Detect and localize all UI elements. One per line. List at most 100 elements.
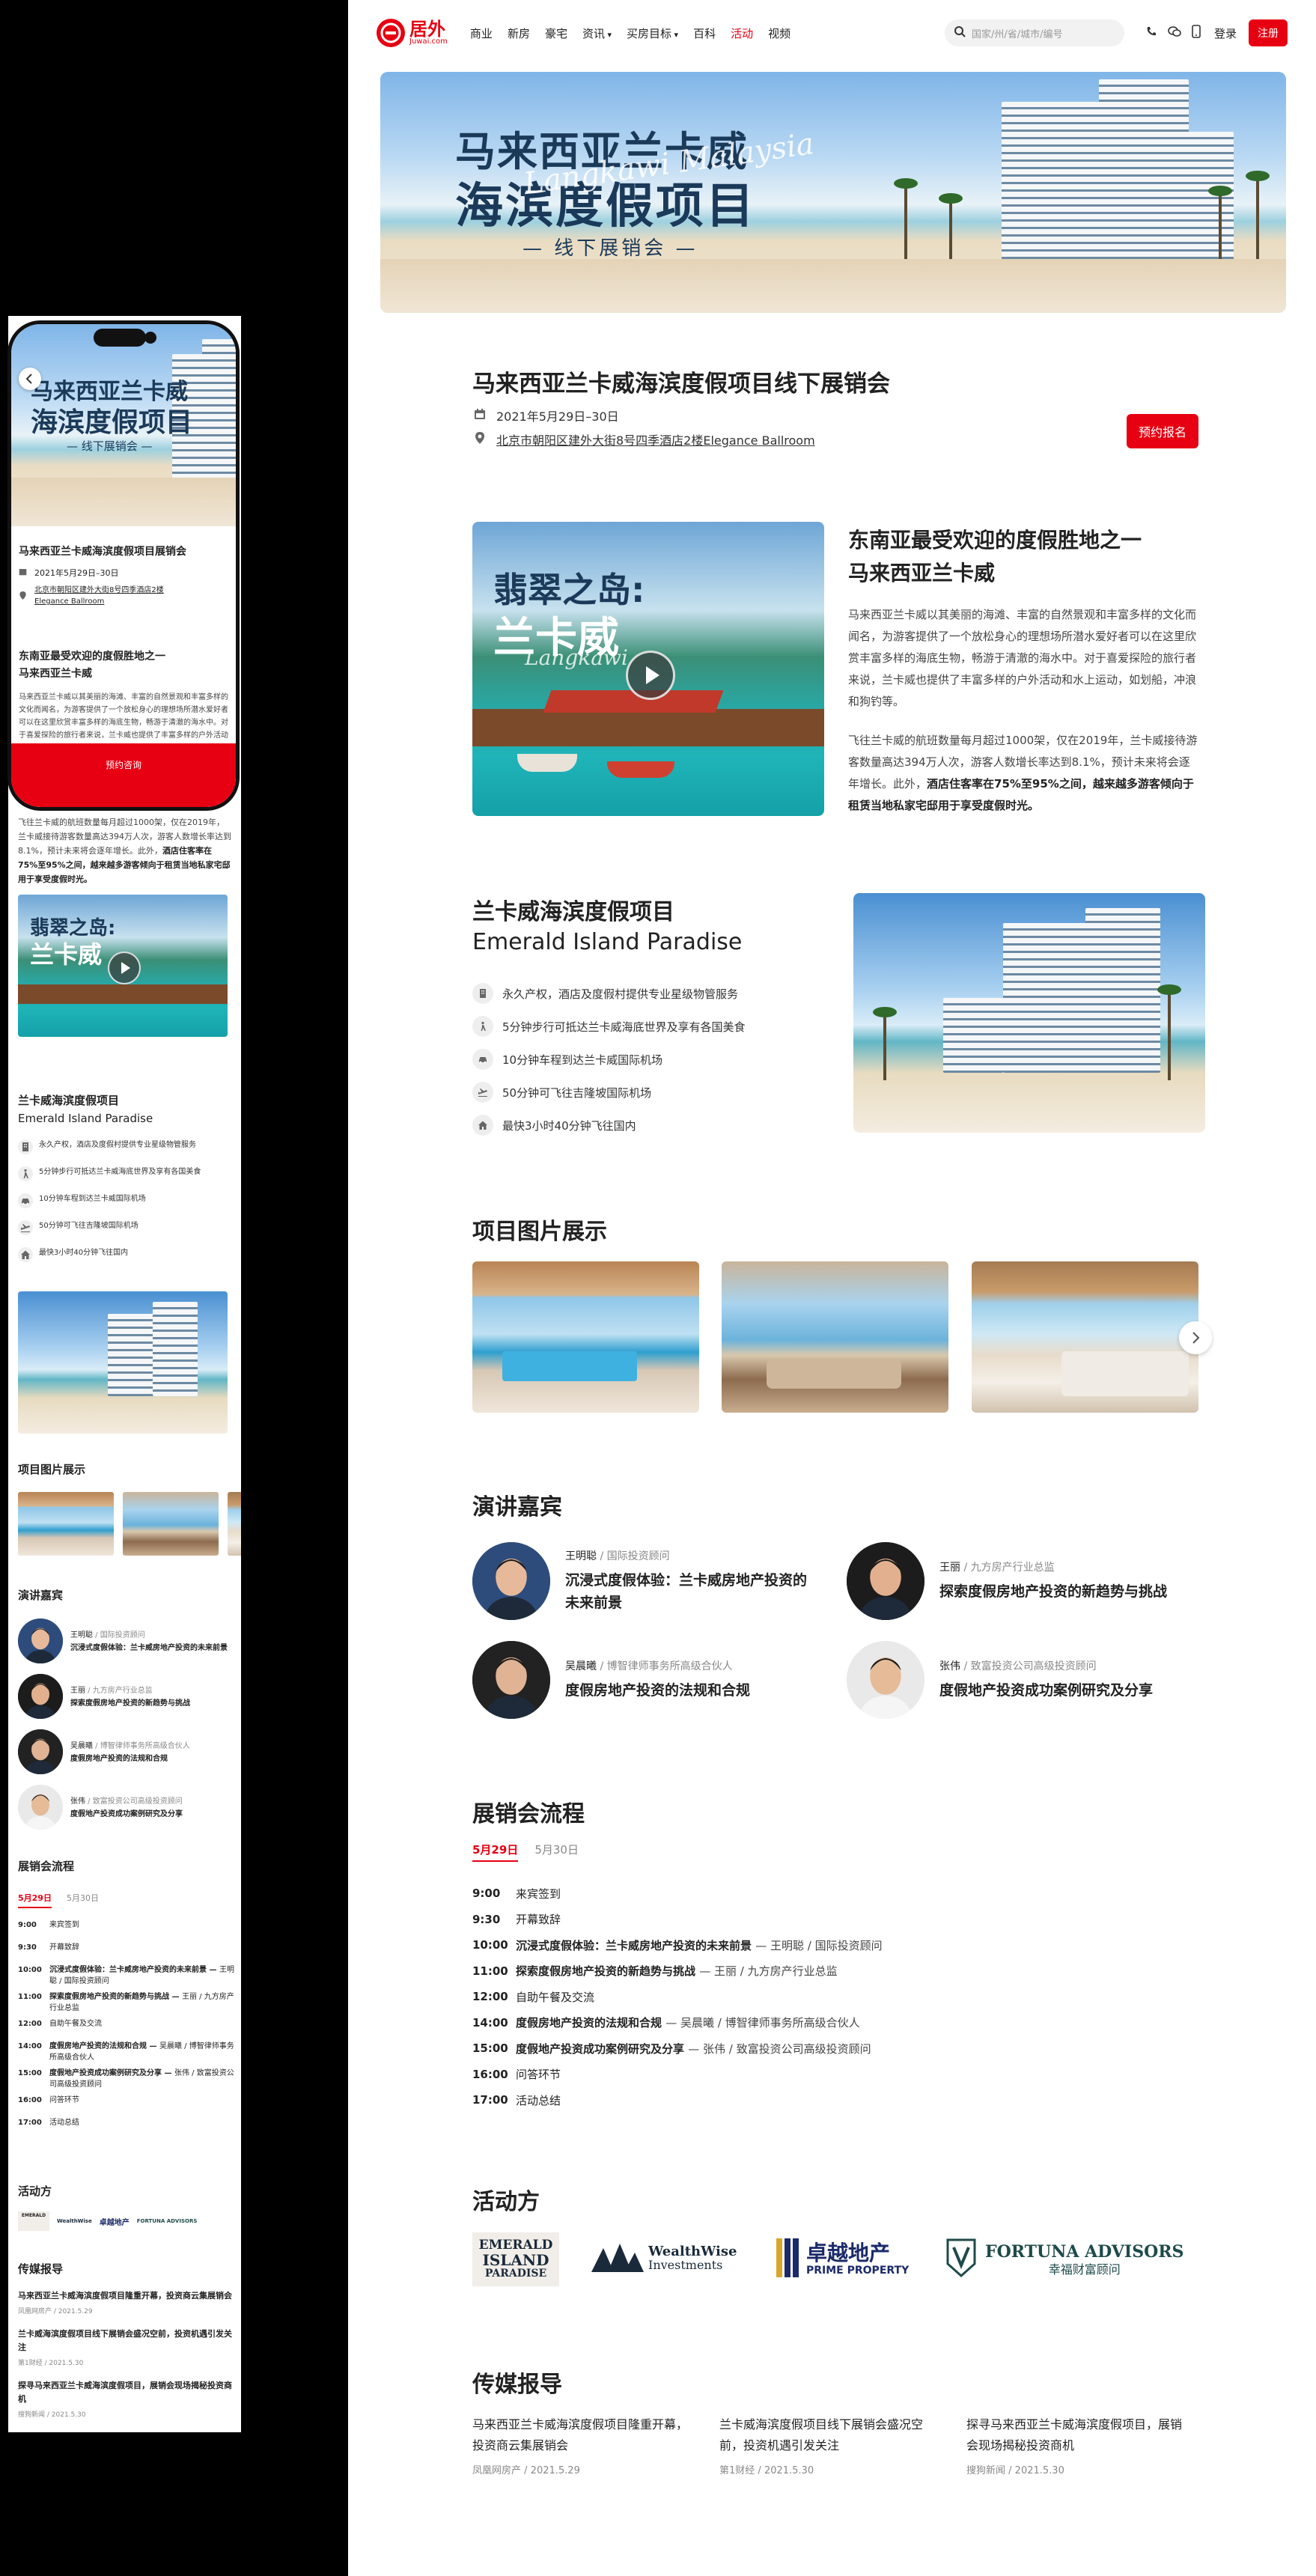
nav-item[interactable]: 视频 (768, 25, 790, 41)
speakers-title: 演讲嘉宾 (472, 1494, 562, 1520)
project-title-cn: 兰卡威海滨度假项目 (472, 899, 674, 925)
mobile-intro-video-thumbnail[interactable]: 翡翠之岛: 兰卡威 (18, 895, 228, 1037)
media-article-title[interactable]: 探寻马来西亚兰卡威海滨度假项目，展销会现场揭秘投资商机 (966, 2414, 1191, 2456)
living-room-image[interactable] (722, 1261, 948, 1413)
speaker-name: 张伟 (70, 1797, 85, 1806)
nav-item[interactable]: 百科 (693, 25, 716, 41)
search-box[interactable]: 国家/州/省/城市/编号 (944, 19, 1124, 46)
event-address-row: 北京市朝阳区建外大街8号四季酒店2楼Elegance Ballroom (474, 430, 815, 448)
location-pin-icon (474, 431, 486, 448)
schedule-text: 活动总结 (516, 2093, 561, 2107)
speaker-topic: 探索度假房地产投资的新趋势与挑战 (70, 1699, 190, 1708)
mobile-feature-item: 永久产权，酒店及度假村提供专业星级物管服务 (18, 1139, 235, 1163)
car-icon (472, 1049, 493, 1070)
schedule-text: 度假地产投资成功案例研究及分享 (516, 2041, 685, 2056)
speaker-name: 张伟 (939, 1660, 960, 1672)
speaker-name: 王明聪 (565, 1550, 597, 1562)
schedule-text: 沉浸式度假体验：兰卡威房地产投资的未来前景 (516, 1938, 752, 1952)
gallery-next-button[interactable] (1179, 1321, 1212, 1354)
play-icon[interactable] (626, 651, 675, 700)
media-article[interactable]: 探寻马来西亚兰卡威海滨度假项目，展销会现场揭秘投资商机 搜狗新闻 / 2021.… (966, 2414, 1191, 2476)
mobile-event-address-line2[interactable]: Elegance Ballroom (34, 596, 164, 607)
schedule-speaker: 吴晨曦 / 博智律师事务所高级合伙人 (680, 2016, 860, 2030)
schedule-time: 14:00 (472, 2015, 508, 2030)
site-logo[interactable]: 居外 Juwai.com (377, 19, 448, 47)
avatar (847, 1641, 924, 1719)
mobile-room-pool-image[interactable] (18, 1492, 114, 1556)
search-input[interactable]: 国家/州/省/城市/编号 (972, 26, 1063, 40)
fortuna-logo-icon (945, 2237, 978, 2282)
avatar (472, 1641, 550, 1719)
emerald-logo-line2: ISLAND (482, 2251, 549, 2270)
schedule-item: 14:00 度假房地产投资的法规和合规 — 吴晨曦 / 博智律师事务所高级合伙人 (472, 2015, 860, 2030)
prime-logo-icon (775, 2237, 800, 2282)
mobile-project-title-en: Emerald Island Paradise (18, 1112, 153, 1125)
room-pool-image[interactable] (472, 1261, 699, 1413)
nav-item[interactable]: 活动 (731, 25, 753, 41)
site-header: 居外 Juwai.com 商业 新房 豪宅 资讯 ▾ 买房目标 ▾ 百科 活动 视频 国家/州… (348, 0, 1316, 66)
schedule-time: 11:00 (472, 1964, 508, 1978)
mobile-schedule-tab[interactable]: 5月30日 (67, 1892, 99, 1908)
speaker-name: 吴晨曦 (70, 1742, 93, 1750)
chevron-left-icon (19, 374, 41, 393)
media-article[interactable]: 马来西亚兰卡威海滨度假项目隆重开幕，投资商云集展销会 凤凰网房产 / 2021.… (472, 2414, 697, 2476)
media-source: 搜狗新闻 (18, 2411, 46, 2419)
mobile-schedule-item: 15:00 度假地产投资成功案例研究及分享 — 张伟 / 致富投资公司高级投资顾问 (18, 2069, 234, 2089)
media-article[interactable]: 兰卡威海滨度假项目线下展销会盛况空前，投资机遇引发关注 第1财经 / 2021.… (719, 2414, 944, 2476)
walk-icon (472, 1016, 493, 1037)
mobile-media-article[interactable]: 兰卡威海滨度假项目线下展销会盛况空前，投资机遇引发关注 第1财经 / 2021.… (18, 2327, 235, 2367)
register-button[interactable]: 注册 (1249, 19, 1288, 46)
mobile-play-icon[interactable] (108, 951, 141, 984)
schedule-tab[interactable]: 5月29日 (472, 1842, 519, 1862)
schedule-tab[interactable]: 5月30日 (534, 1842, 579, 1862)
nav-dropdown[interactable]: 买房目标 ▾ (627, 25, 678, 41)
nav-item[interactable]: 资讯 (582, 27, 605, 40)
wechat-icon[interactable] (1168, 25, 1181, 40)
bedroom-image[interactable] (972, 1261, 1198, 1413)
mobile-icon[interactable] (1192, 25, 1201, 41)
speaker-topic: 沉浸式度假体验：兰卡威房地产投资的未来前景 (70, 1644, 228, 1652)
mobile-feature-item: 10分钟车程到达兰卡威国际机场 (18, 1193, 235, 1217)
speaker-card: 王丽 / 九方房产行业总监 探索度假房地产投资的新趋势与挑战 (847, 1542, 1191, 1620)
mobile-back-button[interactable] (19, 368, 41, 390)
mobile-logo-wealthwise: WealthWise (57, 2218, 92, 2224)
nav-item[interactable]: 豪宅 (545, 25, 567, 41)
mobile-media-article[interactable]: 探寻马来西亚兰卡威海滨度假项目，展销会现场揭秘投资商机 搜狗新闻 / 2021.… (18, 2379, 235, 2419)
hero-banner: 马来西亚兰卡威 海滨度假项目 Langkawi Malaysia — 线下展销会… (380, 72, 1286, 313)
event-address[interactable]: 北京市朝阳区建外大街8号四季酒店2楼Elegance Ballroom (496, 430, 815, 448)
speaker-name: 王丽 (70, 1687, 85, 1695)
login-link[interactable]: 登录 (1214, 25, 1237, 41)
mobile-feature-text: 5分钟步行可抵达兰卡威海底世界及享有各国美食 (39, 1168, 201, 1176)
schedule-item: 10:00 沉浸式度假体验：兰卡威房地产投资的未来前景 — 王明聪 / 国际投资顾… (472, 1938, 883, 1952)
nav-item[interactable]: 新房 (508, 25, 530, 41)
phone-icon[interactable] (1145, 25, 1157, 40)
mobile-feature-text: 永久产权，酒店及度假村提供专业星级物管服务 (39, 1141, 196, 1149)
schedule-text: 问答环节 (516, 2068, 561, 2082)
nav-item[interactable]: 商业 (470, 25, 493, 41)
media-source: 第1财经 (18, 2360, 43, 2367)
media-article-title[interactable]: 兰卡威海滨度假项目线下展销会盛况空前，投资机遇引发关注 (18, 2327, 235, 2354)
mobile-intro-heading-line1: 东南亚最受欢迎的度假胜地之一 (19, 651, 165, 663)
mobile-schedule-tab[interactable]: 5月29日 (18, 1892, 52, 1908)
mobile-media-article[interactable]: 马来西亚兰卡威海滨度假项目隆重开幕，投资商云集展销会 凤凰网房产 / 2021.… (18, 2289, 235, 2315)
mobile-cta-button[interactable]: 预约咨询 (11, 743, 236, 807)
search-icon (954, 25, 966, 40)
media-article-title[interactable]: 马来西亚兰卡威海滨度假项目隆重开幕，投资商云集展销会 (472, 2414, 697, 2456)
mobile-living-room-image[interactable] (123, 1492, 219, 1556)
media-article-title[interactable]: 探寻马来西亚兰卡威海滨度假项目，展销会现场揭秘投资商机 (18, 2379, 235, 2406)
media-article-title[interactable]: 马来西亚兰卡威海滨度假项目隆重开幕，投资商云集展销会 (18, 2289, 235, 2303)
schedule-time: 9:00 (18, 1921, 37, 1929)
schedule-time: 12:00 (472, 1990, 508, 2004)
mobile-banner-title-line2: 海滨度假项目 (31, 407, 193, 438)
mobile-feature-item: 50分钟可飞往吉隆坡国际机场 (18, 1220, 235, 1244)
register-event-button[interactable]: 预约报名 (1127, 414, 1199, 448)
nav-item[interactable]: 买房目标 (627, 27, 671, 40)
mobile-bedroom-image[interactable] (228, 1492, 241, 1556)
nav-dropdown[interactable]: 资讯 ▾ (582, 25, 612, 41)
speaker-role: 国际投资顾问 (606, 1550, 670, 1562)
mobile-project-building-image (18, 1291, 228, 1434)
mobile-event-address-line1[interactable]: 北京市朝阳区建外大街8号四季酒店2楼 (34, 585, 164, 596)
schedule-text: 问答环节 (49, 2096, 79, 2104)
intro-video-thumbnail[interactable]: 翡翠之岛: 兰卡威 Langkawi (472, 522, 824, 816)
media-article-title[interactable]: 兰卡威海滨度假项目线下展销会盛况空前，投资机遇引发关注 (719, 2414, 944, 2456)
